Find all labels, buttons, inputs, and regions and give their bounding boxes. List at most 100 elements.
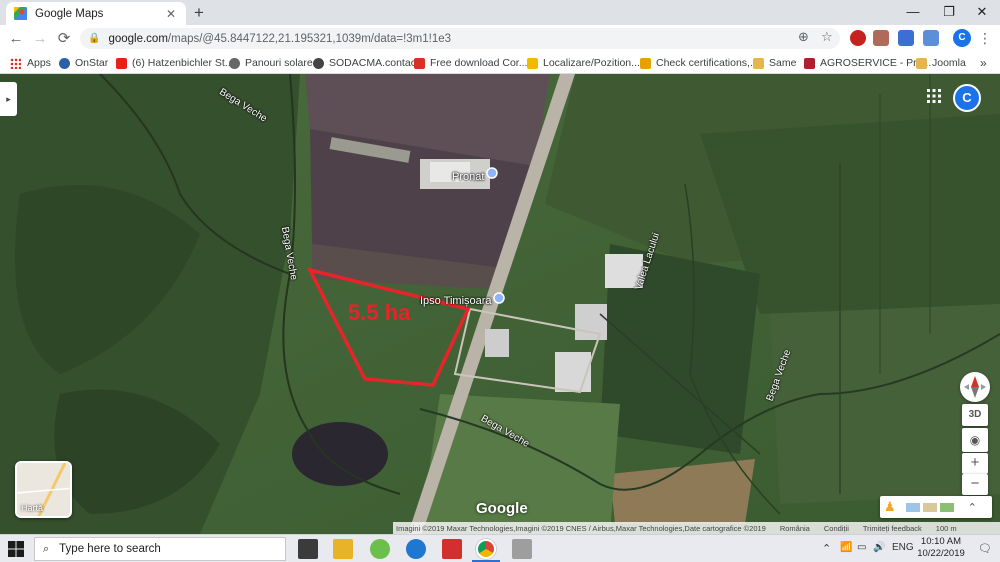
- minimize-button[interactable]: —: [895, 0, 931, 25]
- lock-icon[interactable]: 🔒: [88, 33, 100, 44]
- location-icon[interactable]: ⊕: [798, 29, 809, 45]
- forward-button[interactable]: →: [30, 29, 50, 49]
- home-icon: [527, 57, 538, 69]
- bookmark-label: (6) Hatzenbichler St...: [132, 57, 234, 69]
- extension-icon-2[interactable]: [873, 30, 889, 46]
- bookmarks-overflow-icon[interactable]: »: [980, 55, 987, 71]
- thumbnail-icon[interactable]: [905, 502, 920, 512]
- search-icon: [640, 57, 651, 69]
- language-indicator[interactable]: ENG: [892, 542, 914, 553]
- expand-imagery-icon[interactable]: ⌃: [968, 501, 977, 514]
- file-explorer-icon[interactable]: [333, 539, 353, 559]
- calculator-icon[interactable]: [298, 539, 318, 559]
- extension-icon-4[interactable]: [923, 30, 939, 46]
- bookmark-label: AGROSERVICE - Pro...: [820, 57, 932, 69]
- map-layer-toggle[interactable]: Hartă: [15, 461, 72, 518]
- google-logo: Google: [476, 500, 528, 517]
- 3d-toggle-button[interactable]: 3D: [962, 404, 988, 426]
- my-location-icon: ◉: [969, 433, 981, 447]
- new-tab-button[interactable]: +: [190, 4, 208, 22]
- windows-start-icon[interactable]: [8, 541, 24, 557]
- battery-icon[interactable]: ▭: [857, 542, 866, 553]
- url-path: /maps/@45.8447122,21.195321,1039m/data=!…: [167, 32, 452, 45]
- bookmark-item[interactable]: Same: [753, 55, 796, 71]
- tab-close-icon[interactable]: ✕: [164, 7, 178, 21]
- satellite-imagery: [0, 74, 1000, 534]
- volume-icon[interactable]: 🔊: [873, 542, 885, 553]
- tab-google-maps[interactable]: Google Maps ✕: [6, 2, 186, 25]
- search-icon: ⌕: [43, 542, 50, 555]
- pegman-icon[interactable]: ♟: [884, 499, 896, 515]
- profile-avatar[interactable]: C: [953, 29, 971, 47]
- side-panel-toggle[interactable]: ▸: [0, 82, 17, 116]
- window-close-button[interactable]: ✕: [964, 0, 1000, 25]
- chrome-icon[interactable]: [476, 539, 496, 559]
- bookmark-label: OnStar: [75, 57, 109, 69]
- network-icon[interactable]: 📶: [840, 542, 852, 553]
- browser-menu-icon[interactable]: ⋮: [978, 29, 992, 47]
- clock-date: 10/22/2019: [917, 548, 965, 559]
- google-apps-icon[interactable]: [926, 88, 942, 104]
- bookmark-label: Joomla: [932, 57, 966, 69]
- heart-icon: [414, 57, 425, 69]
- bookmark-label: Panouri solare: [245, 57, 313, 69]
- extension-icon-3[interactable]: [898, 30, 914, 46]
- plot-area-label: 5.5 ha: [348, 300, 411, 325]
- bookmark-item[interactable]: AGROSERVICE - Pro...: [804, 55, 931, 71]
- windows-taskbar: ⌕ Type here to search ⌃ 📶 ▭ 🔊 ENG 10:10 …: [0, 534, 1000, 562]
- street-view-bar[interactable]: ♟ ⌃: [880, 496, 992, 518]
- place-pronat[interactable]: Pronat: [452, 171, 484, 183]
- notifications-icon[interactable]: 🗨: [978, 542, 992, 555]
- place-ipso-timisoara[interactable]: Ipso Timișoara: [420, 295, 492, 307]
- pdf-reader-icon[interactable]: [442, 539, 462, 559]
- clock-time: 10:10 AM: [920, 536, 962, 547]
- address-bar[interactable]: 🔒 google.com /maps/@45.8447122,21.195321…: [80, 28, 840, 49]
- account-avatar[interactable]: C: [953, 84, 981, 112]
- bookmark-label: Localizare/Pozition...: [543, 57, 640, 69]
- bookmark-item[interactable]: OnStar: [59, 55, 108, 71]
- bookmark-item[interactable]: Localizare/Pozition...: [527, 55, 640, 71]
- messaging-icon[interactable]: [370, 539, 390, 559]
- maximize-button[interactable]: ❐: [931, 0, 967, 25]
- zoom-out-button[interactable]: −: [962, 474, 988, 495]
- bookmark-item[interactable]: Apps: [10, 55, 51, 71]
- edge-browser-icon[interactable]: [406, 539, 426, 559]
- printer-app-icon[interactable]: [512, 539, 532, 559]
- my-location-button[interactable]: ◉: [962, 428, 988, 452]
- bookmark-item[interactable]: Panouri solare: [229, 55, 313, 71]
- compass-control[interactable]: [960, 372, 990, 402]
- compass-icon: [964, 376, 986, 398]
- thumbnail-icon[interactable]: [939, 502, 954, 512]
- onstar-icon: [59, 57, 70, 69]
- bookmark-star-icon[interactable]: ☆: [821, 29, 833, 45]
- system-clock[interactable]: 10:10 AM 10/22/2019: [916, 536, 966, 560]
- thumbnail-icon[interactable]: [922, 502, 937, 512]
- bookmark-item[interactable]: Check certifications,...: [640, 55, 759, 71]
- bookmark-item[interactable]: Free download Cor...: [414, 55, 527, 71]
- agroservice-icon: [804, 57, 815, 69]
- taskbar-search[interactable]: ⌕ Type here to search: [34, 537, 286, 561]
- country-link[interactable]: România: [780, 524, 810, 533]
- reload-button[interactable]: ⟳: [54, 29, 74, 49]
- globe-icon: [229, 57, 240, 69]
- bookmark-item[interactable]: SODACMA.contact: [313, 55, 419, 71]
- bookmark-item[interactable]: (6) Hatzenbichler St...: [116, 55, 234, 71]
- browser-toolbar: ← → ⟳ 🔒 google.com /maps/@45.8447122,21.…: [0, 25, 1000, 52]
- tab-title: Google Maps: [35, 7, 104, 20]
- url-host: google.com: [108, 32, 168, 45]
- satellite-map[interactable]: Bega Veche Bega Veche Bega Veche Bega Ve…: [0, 74, 1000, 534]
- zoom-in-button[interactable]: +: [962, 453, 988, 474]
- youtube-icon: [116, 57, 127, 69]
- extension-icon-1[interactable]: [850, 30, 866, 46]
- bookmark-label: SODACMA.contact: [329, 57, 419, 69]
- terms-link[interactable]: Condiții: [824, 524, 849, 533]
- map-attribution: Imagini ©2019 Maxar Technologies,Imagini…: [393, 522, 1000, 534]
- scale-bar[interactable]: 100 m: [936, 524, 957, 533]
- apps-grid-icon: [10, 57, 21, 69]
- folder-icon: [753, 57, 764, 69]
- bookmark-label: Check certifications,...: [656, 57, 759, 69]
- tray-overflow-icon[interactable]: ⌃: [822, 542, 831, 555]
- bookmark-item[interactable]: Joomla: [916, 55, 966, 71]
- feedback-link[interactable]: Trimiteți feedback: [863, 524, 922, 533]
- back-button[interactable]: ←: [6, 29, 26, 49]
